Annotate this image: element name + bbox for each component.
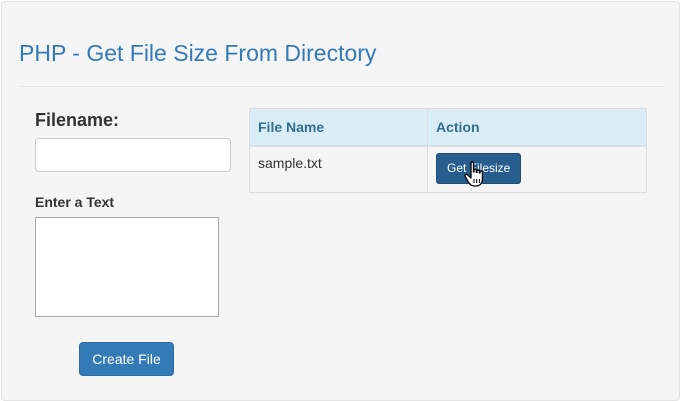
- file-table: File Name Action sample.txt Get Filesize: [249, 108, 647, 193]
- create-file-button[interactable]: Create File: [79, 342, 174, 376]
- page-title: PHP - Get File Size From Directory: [19, 40, 377, 66]
- title-divider: [19, 86, 664, 87]
- table-row: sample.txt Get Filesize: [249, 145, 647, 193]
- hand-pointer-icon: [464, 161, 484, 187]
- text-label: Enter a Text: [35, 194, 115, 210]
- file-name-cell: sample.txt: [249, 145, 428, 193]
- table-header-row: File Name Action: [249, 108, 647, 147]
- column-header-file-name: File Name: [249, 108, 428, 147]
- action-cell: Get Filesize: [427, 145, 647, 193]
- column-header-action: Action: [427, 108, 647, 147]
- filename-input[interactable]: [35, 138, 231, 172]
- filename-label: Filename:: [35, 110, 120, 130]
- text-content-area[interactable]: [35, 217, 219, 317]
